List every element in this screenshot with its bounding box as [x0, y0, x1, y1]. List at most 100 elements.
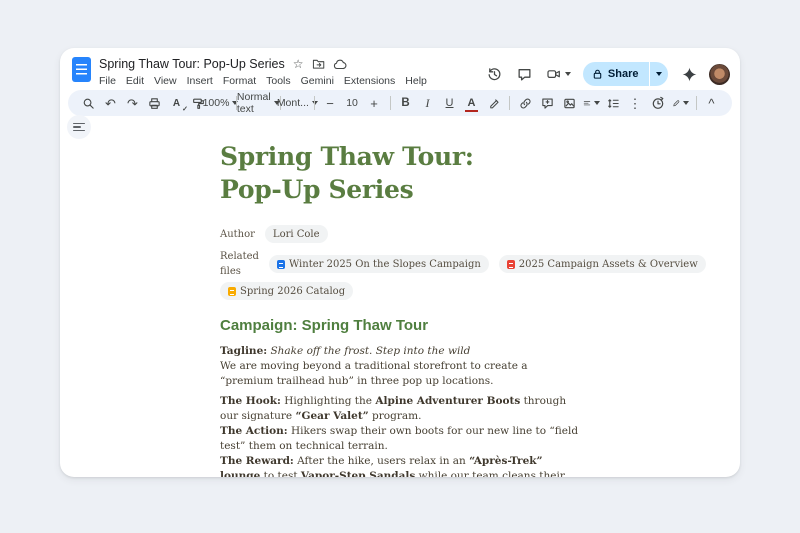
menu-item-edit[interactable]: Edit: [126, 75, 144, 87]
reward-text: to test: [260, 470, 301, 477]
reward-label: The Reward:: [220, 455, 294, 467]
insert-link-icon[interactable]: [515, 92, 536, 114]
hook-line: The Hook: Highlighting the Alpine Advent…: [220, 394, 582, 424]
collapse-toolbar-icon[interactable]: ^: [701, 92, 722, 114]
redo-icon[interactable]: ↷: [122, 92, 143, 114]
author-name: Lori Cole: [273, 227, 320, 242]
header-actions: Share: [482, 61, 730, 87]
share-dropdown-segment[interactable]: [650, 62, 668, 86]
related-files-row-2: Spring 2026 Catalog: [220, 282, 582, 300]
author-label: Author: [220, 227, 255, 242]
document-canvas[interactable]: Spring Thaw Tour: Pop-Up Series Author L…: [220, 140, 582, 477]
lock-icon: [592, 68, 603, 80]
bold-button[interactable]: B: [395, 92, 416, 114]
cloud-status-icon[interactable]: [333, 59, 347, 70]
add-comment-icon[interactable]: [537, 92, 558, 114]
menu-item-format[interactable]: Format: [223, 75, 256, 87]
clock-arrow-icon[interactable]: [648, 92, 669, 114]
author-chip[interactable]: Lori Cole: [265, 225, 328, 243]
hook-text: program.: [369, 410, 422, 422]
google-docs-logo[interactable]: [72, 57, 91, 82]
intro-paragraph: We are moving beyond a traditional store…: [220, 359, 582, 389]
chip-label: 2025 Campaign Assets & Overview: [519, 257, 698, 272]
author-row: Author Lori Cole: [220, 225, 582, 243]
reward-text: After the hike, users relax in an: [294, 455, 469, 467]
related-file-chip[interactable]: 2025 Campaign Assets & Overview: [499, 255, 706, 273]
slides-file-icon: [228, 287, 236, 296]
chevron-down-icon: [565, 72, 571, 76]
desktop-background: Spring Thaw Tour: Pop-Up Series ☆ File E…: [0, 0, 800, 533]
tagline-line: Tagline: Shake off the frost. Step into …: [220, 344, 582, 359]
title-bar: Spring Thaw Tour: Pop-Up Series ☆ File E…: [60, 48, 740, 90]
move-folder-icon[interactable]: [312, 58, 325, 70]
decrease-font-icon[interactable]: −: [320, 92, 341, 114]
more-options-icon[interactable]: ⋮: [625, 92, 646, 114]
document-outline-button[interactable]: [67, 115, 91, 139]
star-icon[interactable]: ☆: [293, 58, 304, 70]
reward-bold: Vapor-Step Sandals: [301, 470, 415, 477]
formatting-toolbar: ↶ ↷ A✓ 100% Normal text Mont... −: [68, 90, 732, 116]
tagline-label: Tagline:: [220, 345, 267, 357]
avatar[interactable]: [709, 64, 730, 85]
font-value: Mont...: [277, 97, 309, 109]
share-main-segment[interactable]: Share: [583, 62, 649, 86]
italic-button[interactable]: I: [417, 92, 438, 114]
docs-file-icon: [277, 260, 285, 269]
chip-label: Spring 2026 Catalog: [240, 284, 345, 299]
meet-call-button[interactable]: [542, 67, 575, 81]
hook-text: Highlighting the: [281, 395, 375, 407]
menu-item-file[interactable]: File: [99, 75, 116, 87]
share-label: Share: [608, 68, 639, 80]
menu-item-insert[interactable]: Insert: [187, 75, 213, 87]
line-spacing-icon[interactable]: [603, 92, 624, 114]
text-color-button[interactable]: A: [461, 92, 482, 114]
underline-button[interactable]: U: [439, 92, 460, 114]
related-files-label: Related files: [220, 249, 259, 279]
menu-item-extensions[interactable]: Extensions: [344, 75, 395, 87]
action-line: The Action: Hikers swap their own boots …: [220, 424, 582, 454]
pdf-file-icon: [507, 260, 515, 269]
insert-image-icon[interactable]: [559, 92, 580, 114]
related-file-chip[interactable]: Spring 2026 Catalog: [220, 282, 353, 300]
google-docs-window: Spring Thaw Tour: Pop-Up Series ☆ File E…: [60, 48, 740, 477]
reward-line: The Reward: After the hike, users relax …: [220, 454, 582, 477]
action-label: The Action:: [220, 425, 288, 437]
highlight-color-icon[interactable]: [483, 92, 504, 114]
comments-icon[interactable]: [512, 61, 538, 87]
hook-label: The Hook:: [220, 395, 281, 407]
style-value: Normal text: [237, 91, 271, 115]
doc-heading-title: Spring Thaw Tour: Pop-Up Series: [220, 140, 582, 206]
doc-title-line1: Spring Thaw Tour:: [220, 142, 474, 171]
zoom-select[interactable]: 100%: [210, 92, 231, 114]
align-select[interactable]: [581, 92, 602, 114]
print-icon[interactable]: [144, 92, 165, 114]
tagline-text: Shake off the frost. Step into the wild: [267, 345, 470, 357]
gemini-sparkle-icon[interactable]: [676, 61, 702, 87]
search-menus-icon[interactable]: [78, 92, 99, 114]
spellcheck-icon[interactable]: A✓: [166, 92, 187, 114]
related-file-chip[interactable]: Winter 2025 On the Slopes Campaign: [269, 255, 489, 273]
increase-font-icon[interactable]: +: [364, 92, 385, 114]
related-files-row: Related files Winter 2025 On the Slopes …: [220, 249, 582, 279]
section-heading-campaign: Campaign: Spring Thaw Tour: [220, 316, 582, 336]
spellcheck-check: ✓: [182, 105, 188, 113]
hook-bold: Alpine Adventurer Boots: [375, 395, 520, 407]
font-size-value[interactable]: 10: [342, 92, 363, 114]
menu-item-gemini[interactable]: Gemini: [301, 75, 334, 87]
undo-icon[interactable]: ↶: [100, 92, 121, 114]
title-column: Spring Thaw Tour: Pop-Up Series ☆ File E…: [99, 55, 482, 87]
menu-item-view[interactable]: View: [154, 75, 177, 87]
document-title[interactable]: Spring Thaw Tour: Pop-Up Series: [99, 57, 285, 71]
version-history-icon[interactable]: [482, 61, 508, 87]
menu-bar: File Edit View Insert Format Tools Gemin…: [99, 75, 482, 87]
editing-mode-select[interactable]: [670, 92, 691, 114]
zoom-value: 100%: [203, 97, 230, 109]
share-button[interactable]: Share: [583, 62, 668, 86]
text-color-letter: A: [468, 97, 476, 109]
paragraph-style-select[interactable]: Normal text: [241, 92, 275, 114]
menu-item-help[interactable]: Help: [405, 75, 427, 87]
menu-item-tools[interactable]: Tools: [266, 75, 291, 87]
font-select[interactable]: Mont...: [286, 92, 309, 114]
title-row: Spring Thaw Tour: Pop-Up Series ☆: [99, 55, 482, 73]
spellcheck-letter: A: [173, 98, 180, 109]
